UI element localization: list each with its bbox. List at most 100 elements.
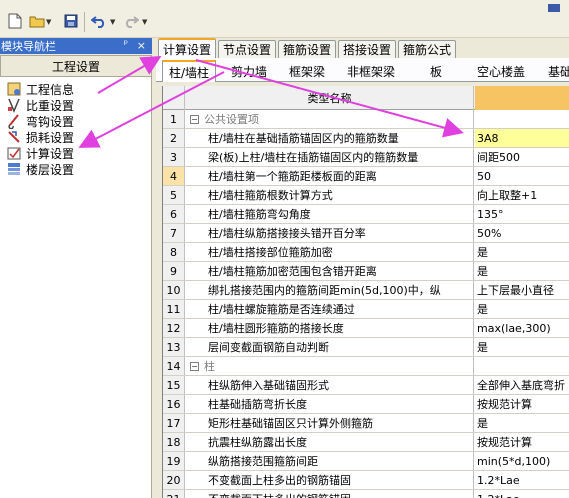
settings-icon[interactable] xyxy=(545,0,563,18)
table-row[interactable]: 15 柱纵筋伸入基础锚固形式 全部伸入基底弯折 xyxy=(163,376,569,395)
open-dropdown-icon[interactable]: ▼ xyxy=(46,18,51,26)
setting-value-cell[interactable]: 3A8 xyxy=(475,129,569,147)
subtab-shear-wall[interactable]: 剪力墙 xyxy=(224,60,274,82)
table-row[interactable]: 10 绑扎搭接范围内的箍筋间距min(5d,100)中，纵 上下层最小直径 xyxy=(163,281,569,300)
setting-value-cell[interactable]: 50 xyxy=(475,167,569,185)
new-file-icon[interactable] xyxy=(6,12,24,30)
tab-stirrup-formula[interactable]: 箍筋公式 xyxy=(398,40,456,58)
subtab-non-frame-beam[interactable]: 非框架梁 xyxy=(340,60,402,82)
row-number: 13 xyxy=(163,338,185,356)
collapse-icon[interactable]: − xyxy=(190,361,199,371)
group-row[interactable]: 1− 公共设置项 xyxy=(163,110,569,129)
module-nav-title: 模块导航栏 xyxy=(1,40,56,53)
setting-name-cell: 柱/墙柱箍筋根数计算方式 xyxy=(186,186,474,204)
table-row[interactable]: 16 柱基础插筋弯折长度 按规范计算 xyxy=(163,395,569,414)
setting-value-cell[interactable]: 是 xyxy=(475,262,569,280)
setting-value-cell[interactable]: 是 xyxy=(475,414,569,432)
undo-icon[interactable] xyxy=(90,12,108,30)
setting-value-cell[interactable]: max(lae,300) xyxy=(475,319,569,337)
settings-grid: 类型名称 1− 公共设置项 2 柱/墙柱在基础插筋锚固区内的箍筋数量 3A8 3 梁(板)上… xyxy=(162,86,569,498)
setting-value-cell[interactable]: 是 xyxy=(475,300,569,318)
tab-calc-settings[interactable]: 计算设置 xyxy=(158,38,216,58)
setting-value-cell[interactable]: 是 xyxy=(475,338,569,356)
setting-value-cell[interactable]: 向上取整+1 xyxy=(475,186,569,204)
nav-item-calc[interactable]: 计算设置 xyxy=(6,145,74,161)
setting-value-cell[interactable]: 上下层最小直径 xyxy=(475,281,569,299)
setting-value-cell[interactable] xyxy=(475,357,569,375)
nav-item-hook[interactable]: 弯钩设置 xyxy=(6,113,75,130)
table-row[interactable]: 21 不变截面下柱多出的钢筋锚固 1.2*Lae xyxy=(163,490,569,498)
row-number: 1 xyxy=(163,110,185,128)
setting-value-cell[interactable]: 全部伸入基底弯折 xyxy=(475,376,569,394)
row-number: 11 xyxy=(163,300,185,318)
redo-dropdown-icon[interactable]: ▼ xyxy=(142,18,147,26)
table-row[interactable]: 5 柱/墙柱箍筋根数计算方式 向上取整+1 xyxy=(163,186,569,205)
row-number: 4 xyxy=(163,167,185,185)
setting-name: 矩形柱基础锚固区只计算外侧箍筋 xyxy=(208,417,373,430)
undo-dropdown-icon[interactable]: ▼ xyxy=(110,18,115,26)
subtab-hollow-floor[interactable]: 空心楼盖 xyxy=(470,60,532,82)
setting-name: 柱/墙柱箍筋加密范围包含错开距离 xyxy=(208,265,377,278)
setting-value-cell[interactable]: 1.2*Lae xyxy=(475,471,569,489)
save-icon[interactable] xyxy=(62,12,80,30)
setting-value-cell[interactable]: 按规范计算 xyxy=(475,433,569,451)
tab-stirrup-settings[interactable]: 箍筋设置 xyxy=(278,40,336,58)
nav-item-loss[interactable]: 损耗设置 xyxy=(6,129,74,145)
table-row[interactable]: 3 梁(板)上柱/墙柱在插筋锚固区内的箍筋数量 间距500 xyxy=(163,148,569,167)
setting-name: 柱基础插筋弯折长度 xyxy=(208,398,307,411)
setting-value-cell[interactable] xyxy=(475,110,569,128)
nav-item-label: 工程信息 xyxy=(26,82,75,97)
setting-name-cell: 纵筋搭接范围箍筋间距 xyxy=(186,452,474,470)
setting-name: 柱/墙柱纵筋搭接接头错开百分率 xyxy=(208,227,366,240)
open-folder-icon[interactable] xyxy=(28,12,46,30)
collapse-icon[interactable]: − xyxy=(190,114,199,124)
setting-name: 柱/墙柱箍筋根数计算方式 xyxy=(208,189,333,202)
table-row[interactable]: 8 柱/墙柱搭接部位箍筋加密 是 xyxy=(163,243,569,262)
nav-item-label: 弯钩设置 xyxy=(26,114,75,129)
table-row[interactable]: 6 柱/墙柱箍筋弯勾角度 135° xyxy=(163,205,569,224)
nav-section-header[interactable]: 工程设置 xyxy=(0,55,152,77)
setting-value-cell[interactable]: 1.2*Lae xyxy=(475,490,569,498)
table-row[interactable]: 17 矩形柱基础锚固区只计算外侧箍筋 是 xyxy=(163,414,569,433)
nav-item-label: 损耗设置 xyxy=(26,130,75,145)
setting-value-cell[interactable]: min(5*d,100) xyxy=(475,452,569,470)
row-number: 12 xyxy=(163,319,185,337)
subtab-frame-beam[interactable]: 框架梁 xyxy=(282,60,332,82)
row-number: 9 xyxy=(163,262,185,280)
row-number: 8 xyxy=(163,243,185,261)
table-row[interactable]: 19 纵筋搭接范围箍筋间距 min(5*d,100) xyxy=(163,452,569,471)
setting-value-cell[interactable]: 135° xyxy=(475,205,569,223)
nav-item-floor[interactable]: 楼层设置 xyxy=(6,161,74,177)
group-row[interactable]: 14− 柱 xyxy=(163,357,569,376)
tab-lap-settings[interactable]: 搭接设置 xyxy=(338,40,396,58)
nav-item-project-info[interactable]: 工程信息 xyxy=(6,81,74,97)
setting-value-cell[interactable]: 按规范计算 xyxy=(475,395,569,413)
subtab-slab[interactable]: 板 xyxy=(412,60,460,82)
pin-icon[interactable]: ᵖ xyxy=(124,39,128,50)
table-row[interactable]: 2 柱/墙柱在基础插筋锚固区内的箍筋数量 3A8 xyxy=(163,129,569,148)
table-row[interactable]: 12 柱/墙柱圆形箍筋的搭接长度 max(lae,300) xyxy=(163,319,569,338)
table-row[interactable]: 13 层间变截面钢筋自动判断 是 xyxy=(163,338,569,357)
setting-value-cell[interactable]: 50% xyxy=(475,224,569,242)
calc-icon xyxy=(6,145,22,161)
subtab-column[interactable]: 柱/墙柱 xyxy=(162,60,216,82)
table-row[interactable]: 11 柱/墙柱螺旋箍筋是否连续通过 是 xyxy=(163,300,569,319)
subtab-foundation[interactable]: 基础 xyxy=(542,60,569,82)
table-row[interactable]: 18 抗震柱纵筋露出长度 按规范计算 xyxy=(163,433,569,452)
tab-node-settings[interactable]: 节点设置 xyxy=(218,40,276,58)
setting-name-cell: 柱/墙柱圆形箍筋的搭接长度 xyxy=(186,319,474,337)
close-icon[interactable]: × xyxy=(137,39,146,52)
density-icon xyxy=(6,97,22,113)
setting-name-cell: 矩形柱基础锚固区只计算外侧箍筋 xyxy=(186,414,474,432)
setting-value-cell[interactable]: 间距500 xyxy=(475,148,569,166)
table-row[interactable]: 20 不变截面上柱多出的钢筋锚固 1.2*Lae xyxy=(163,471,569,490)
table-row[interactable]: 7 柱/墙柱纵筋搭接接头错开百分率 50% xyxy=(163,224,569,243)
redo-icon[interactable] xyxy=(122,12,140,30)
row-number: 18 xyxy=(163,433,185,451)
table-row[interactable]: 4 柱/墙柱第一个箍筋距楼板面的距离 50 xyxy=(163,167,569,186)
setting-name-cell: 柱/墙柱第一个箍筋距楼板面的距离 xyxy=(186,167,474,185)
table-row[interactable]: 9 柱/墙柱箍筋加密范围包含错开距离 是 xyxy=(163,262,569,281)
hook-icon xyxy=(6,113,22,130)
setting-value-cell[interactable]: 是 xyxy=(475,243,569,261)
nav-item-density[interactable]: 比重设置 xyxy=(6,97,74,113)
